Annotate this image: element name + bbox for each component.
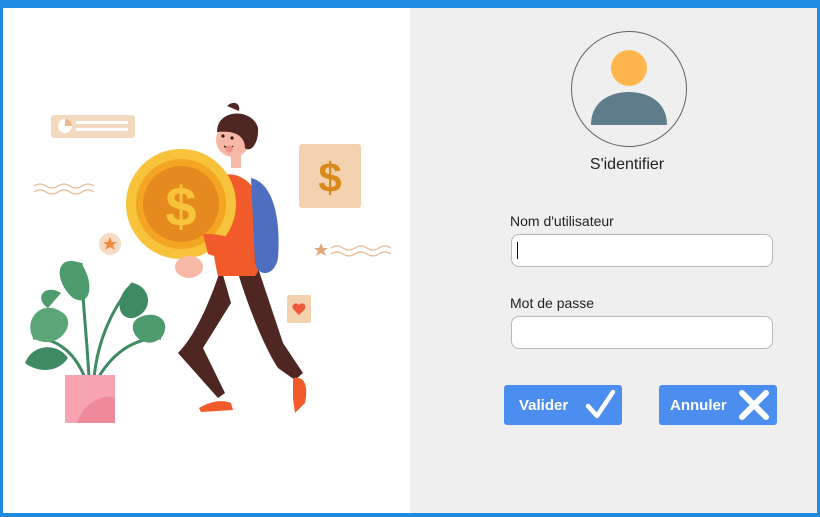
chart-card-decoration — [51, 115, 135, 138]
username-input[interactable] — [511, 234, 773, 267]
illustration-panel: $ $ — [3, 8, 410, 513]
heart-card-decoration — [287, 295, 311, 323]
password-input[interactable] — [511, 316, 773, 349]
money-illustration: $ $ — [25, 102, 392, 423]
password-label: Mot de passe — [510, 295, 595, 311]
check-icon — [583, 389, 617, 425]
validate-button[interactable]: Valider — [504, 385, 622, 425]
plant-decoration — [25, 261, 166, 423]
text-caret — [517, 242, 518, 259]
dollar-card-decoration: $ — [299, 144, 361, 208]
page-title: S'identifier — [589, 156, 665, 173]
cancel-button[interactable]: Annuler — [659, 385, 777, 425]
username-label: Nom d'utilisateur — [510, 213, 614, 229]
user-avatar-icon — [571, 31, 687, 147]
validate-button-label: Valider — [519, 396, 569, 414]
svg-text:$: $ — [165, 175, 196, 238]
cancel-button-label: Annuler — [670, 396, 727, 414]
close-icon — [737, 389, 771, 425]
login-panel: S'identifier Nom d'utilisateur Mot de pa… — [410, 8, 817, 513]
login-window: $ $ S'identifier Nom d'utilisateur Mot d… — [3, 8, 817, 513]
svg-text:$: $ — [318, 154, 341, 201]
person-decoration: $ — [126, 102, 307, 413]
